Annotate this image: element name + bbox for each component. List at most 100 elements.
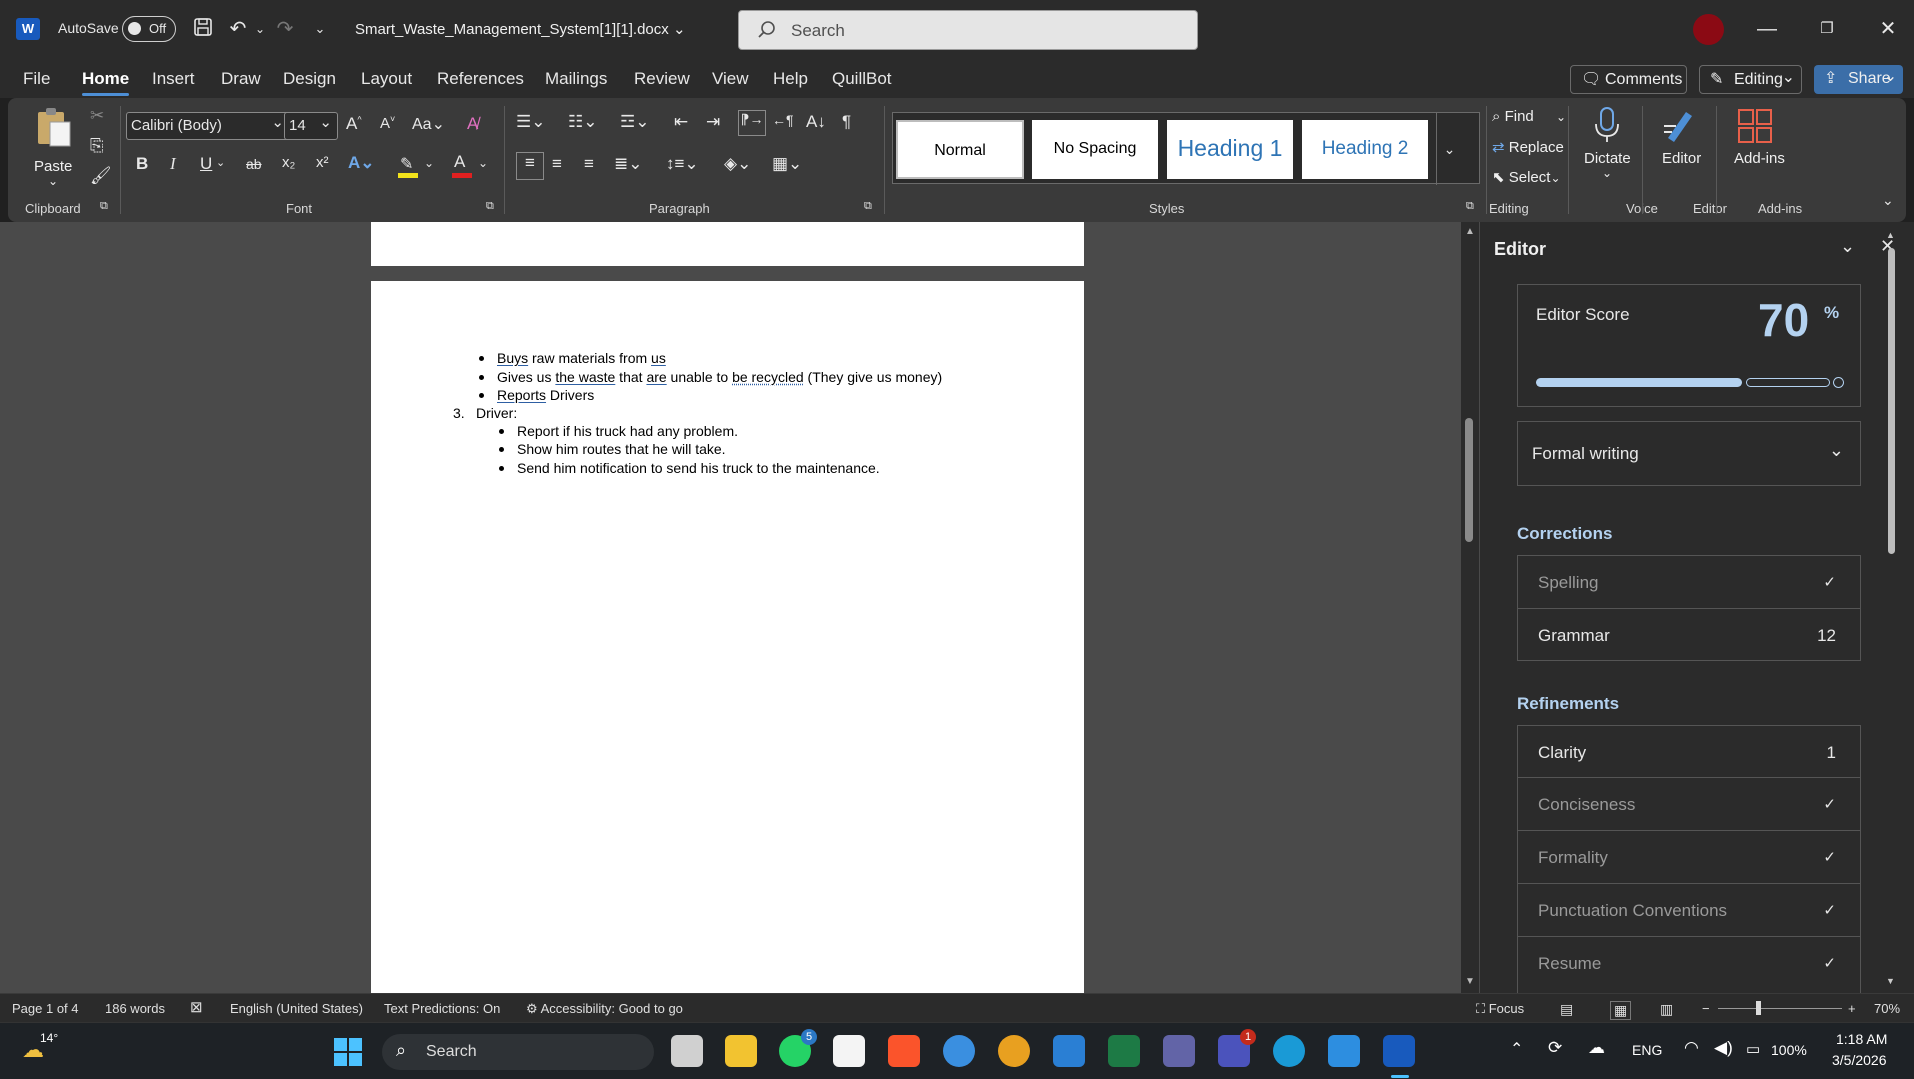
- onedrive-icon[interactable]: ☁: [1588, 1038, 1605, 1058]
- read-mode-icon[interactable]: ▤: [1560, 1001, 1573, 1018]
- scroll-down-icon[interactable]: ▼: [1465, 976, 1475, 987]
- find-button[interactable]: ⌕ Find ⌄: [1492, 108, 1566, 125]
- clock-date[interactable]: 3/5/2026: [1832, 1052, 1887, 1068]
- refinement-conciseness[interactable]: Conciseness ✓: [1517, 778, 1861, 831]
- page-count[interactable]: Page 1 of 4: [12, 1001, 79, 1016]
- zoom-in-icon[interactable]: +: [1848, 1001, 1856, 1016]
- task-view-icon[interactable]: [671, 1035, 703, 1067]
- zoom-slider-thumb[interactable]: [1756, 1001, 1761, 1015]
- refinement-resume[interactable]: Resume ✓: [1517, 937, 1861, 993]
- language-indicator[interactable]: ENG: [1632, 1042, 1662, 1058]
- format-painter-icon[interactable]: 🖌: [90, 166, 112, 186]
- editor-pane-scrollbar[interactable]: ▲ ▼: [1884, 230, 1898, 990]
- save-icon[interactable]: [191, 17, 215, 41]
- tab-layout[interactable]: Layout: [361, 69, 412, 89]
- undo-icon[interactable]: ↶: [226, 17, 250, 41]
- strikethrough-button[interactable]: ab: [246, 156, 262, 172]
- search-box[interactable]: Search: [738, 10, 1198, 50]
- start-icon[interactable]: [334, 1038, 362, 1066]
- tab-file[interactable]: File: [23, 69, 50, 89]
- taskbar-search[interactable]: ⌕ Search: [382, 1034, 654, 1070]
- text-predictions-status[interactable]: Text Predictions: On: [384, 1001, 500, 1016]
- style-heading-1[interactable]: Heading 1: [1167, 120, 1293, 179]
- underline-button[interactable]: U: [200, 154, 212, 174]
- tab-view[interactable]: View: [712, 69, 749, 89]
- edge-icon[interactable]: [1273, 1035, 1305, 1067]
- ltr-icon[interactable]: ⁋→: [738, 110, 766, 136]
- font-launcher-icon[interactable]: ⧉: [486, 200, 494, 213]
- addins-button[interactable]: Add-ins: [1722, 106, 1788, 192]
- close-icon[interactable]: ✕: [1873, 14, 1903, 44]
- scroll-down-icon[interactable]: ▼: [1886, 976, 1895, 986]
- proofing-flagged-text[interactable]: us: [651, 350, 666, 366]
- zoom-slider[interactable]: [1718, 1001, 1842, 1015]
- customize-qat-icon[interactable]: ⌄: [308, 17, 332, 41]
- subscript-button[interactable]: x₂: [282, 154, 295, 171]
- clipboard-launcher-icon[interactable]: ⧉: [100, 200, 108, 213]
- document-scrollbar[interactable]: ▲ ▼: [1461, 222, 1479, 993]
- scroll-up-icon[interactable]: ▲: [1886, 230, 1895, 240]
- align-right-icon[interactable]: ≡: [584, 154, 594, 174]
- comments-button[interactable]: 🗨 Comments: [1570, 65, 1687, 94]
- whatsapp-icon[interactable]: 5: [779, 1029, 817, 1067]
- multilevel-list-icon[interactable]: ☲⌄: [620, 112, 649, 132]
- autosave-toggle[interactable]: Off: [122, 16, 176, 42]
- style-heading-2[interactable]: Heading 2: [1302, 120, 1428, 179]
- font-color-icon[interactable]: A ⌄: [450, 152, 488, 178]
- zoom-level[interactable]: 70%: [1874, 1001, 1900, 1016]
- decrease-indent-icon[interactable]: ⇤: [674, 112, 688, 132]
- change-case-icon[interactable]: Aa⌄: [412, 114, 445, 134]
- numbering-icon[interactable]: ☷⌄: [568, 112, 597, 132]
- tab-quillbot[interactable]: QuillBot: [832, 69, 892, 89]
- styles-more-icon[interactable]: ⌄: [1436, 113, 1462, 185]
- show-marks-icon[interactable]: ¶: [842, 112, 851, 132]
- cut-icon[interactable]: ✂: [90, 106, 104, 126]
- line-spacing-icon[interactable]: ↕≡⌄: [666, 154, 699, 174]
- select-button[interactable]: ⬉ Select⌄: [1492, 168, 1561, 186]
- chevron-down-icon[interactable]: ⌄: [1840, 236, 1855, 257]
- list-item[interactable]: Gives us the waste that are unable to be…: [497, 369, 942, 385]
- bold-button[interactable]: B: [136, 154, 148, 174]
- document-filename[interactable]: Smart_Waste_Management_System[1][1].docx…: [355, 20, 686, 38]
- share-button[interactable]: ⇪ Share ⌄: [1814, 65, 1903, 94]
- document-page[interactable]: Buys raw materials from us Gives us the …: [371, 281, 1084, 993]
- scroll-up-icon[interactable]: ▲: [1465, 226, 1475, 237]
- align-center-icon[interactable]: ≡: [552, 154, 562, 174]
- print-layout-icon[interactable]: ▦: [1610, 1001, 1632, 1020]
- volume-icon[interactable]: ◀): [1714, 1038, 1733, 1058]
- teams-icon[interactable]: [1163, 1035, 1195, 1067]
- bullets-icon[interactable]: ☰⌄: [516, 112, 545, 132]
- font-name-select[interactable]: Calibri (Body): [126, 112, 290, 140]
- rtl-icon[interactable]: ←¶: [772, 112, 794, 128]
- shading-icon[interactable]: ◈⌄: [724, 154, 751, 174]
- user-avatar[interactable]: [1693, 14, 1724, 45]
- word-taskbar-icon[interactable]: [1383, 1035, 1415, 1067]
- increase-indent-icon[interactable]: ⇥: [706, 112, 720, 132]
- list-item[interactable]: Buys raw materials from us: [497, 350, 666, 366]
- replace-button[interactable]: ⇄ Replace: [1492, 138, 1564, 156]
- list-item[interactable]: Send him notification to send his truck …: [517, 460, 880, 476]
- chrome-icon[interactable]: [998, 1035, 1030, 1067]
- superscript-button[interactable]: x²: [316, 154, 329, 171]
- refinement-clarity[interactable]: Clarity 1: [1517, 725, 1861, 778]
- tab-mailings[interactable]: Mailings: [545, 69, 607, 89]
- python-icon[interactable]: [943, 1035, 975, 1067]
- refinement-punctuation[interactable]: Punctuation Conventions ✓: [1517, 884, 1861, 937]
- dictate-button[interactable]: Dictate ⌄: [1574, 106, 1640, 192]
- clear-formatting-icon[interactable]: A̸: [467, 114, 478, 134]
- editor-button[interactable]: Editor: [1648, 106, 1710, 192]
- borders-icon[interactable]: ▦⌄: [772, 154, 802, 174]
- tab-insert[interactable]: Insert: [152, 69, 195, 89]
- proofing-flagged-text[interactable]: are: [646, 369, 666, 385]
- file-explorer-icon[interactable]: [725, 1035, 757, 1067]
- tab-home[interactable]: Home: [82, 69, 130, 96]
- restore-icon[interactable]: ❐: [1812, 14, 1842, 44]
- clock-time[interactable]: 1:18 AM: [1836, 1031, 1887, 1047]
- accessibility-status[interactable]: ⚙ Accessibility: Good to go: [526, 1001, 683, 1017]
- styles-launcher-icon[interactable]: ⧉: [1466, 200, 1474, 213]
- excel-icon[interactable]: [1108, 1035, 1140, 1067]
- wifi-icon[interactable]: ◠: [1684, 1038, 1699, 1058]
- style-normal[interactable]: Normal: [896, 120, 1024, 179]
- redo-icon[interactable]: ↷: [273, 17, 297, 41]
- chevron-up-icon[interactable]: ⌃: [1510, 1039, 1523, 1059]
